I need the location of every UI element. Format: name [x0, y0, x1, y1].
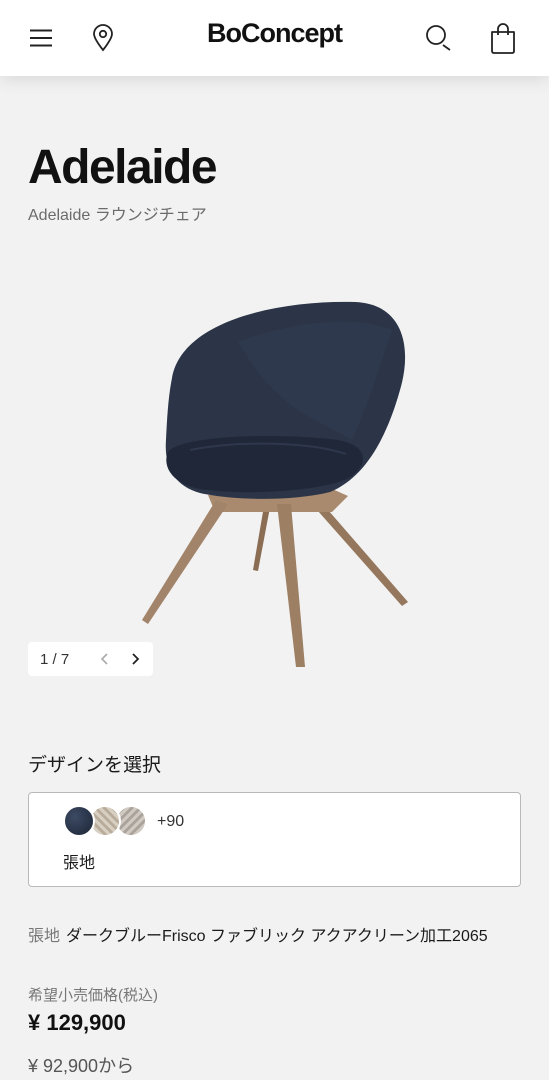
more-swatches-count: +90: [157, 813, 185, 830]
gallery-pager: 1 / 7: [28, 642, 153, 676]
fabric-value: ダークブルーFrisco ファブリック アクアクリーン加工2065: [66, 928, 488, 945]
product-image[interactable]: [120, 290, 420, 680]
product-price: ¥ 129,900: [28, 1010, 126, 1035]
swatch-dark-blue: [63, 805, 95, 837]
gallery-counter: 1 / 7: [40, 650, 70, 668]
price-label: 希望小売価格(税込): [28, 987, 158, 1004]
search-icon[interactable]: [421, 20, 457, 56]
chevron-left-icon[interactable]: [90, 642, 120, 676]
design-select-heading: デザインを選択: [28, 755, 162, 776]
price-from: ¥ 92,900から: [28, 1056, 135, 1076]
product-subtitle: Adelaide ラウンジチェア: [28, 207, 207, 224]
fabric-label: 張地: [28, 928, 61, 945]
site-header: BoConcept: [0, 0, 549, 76]
shopping-bag-icon[interactable]: [485, 20, 521, 56]
brand-logo[interactable]: BoConcept: [0, 18, 549, 49]
upholstery-caption: 張地: [63, 855, 96, 872]
selected-fabric: 張地 ダークブルーFrisco ファブリック アクアクリーン加工2065: [28, 922, 488, 946]
upholstery-selector[interactable]: +90 張地: [28, 792, 521, 887]
product-title: Adelaide: [28, 141, 218, 194]
chevron-right-icon[interactable]: [120, 642, 150, 676]
